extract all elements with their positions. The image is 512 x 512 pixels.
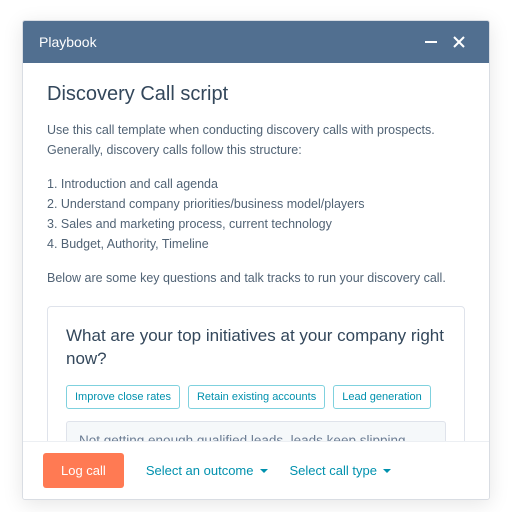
page-title: Discovery Call script <box>47 83 465 106</box>
select-outcome-label: Select an outcome <box>146 463 254 478</box>
playbook-panel: Playbook Discovery Call script Use this … <box>22 20 490 500</box>
below-note: Below are some key questions and talk tr… <box>47 268 465 288</box>
chevron-down-icon <box>260 469 268 473</box>
intro-text: Use this call template when conducting d… <box>47 120 465 160</box>
chevron-down-icon <box>383 469 391 473</box>
window-title: Playbook <box>39 34 417 50</box>
list-item: 2. Understand company priorities/busines… <box>47 194 465 214</box>
list-item: 4. Budget, Authority, Timeline <box>47 234 465 254</box>
log-call-button[interactable]: Log call <box>43 453 124 488</box>
select-outcome-dropdown[interactable]: Select an outcome <box>146 463 268 478</box>
chip-improve-close-rates[interactable]: Improve close rates <box>66 385 180 409</box>
steps-list: 1. Introduction and call agenda 2. Under… <box>47 174 465 254</box>
chip-row: Improve close rates Retain existing acco… <box>66 385 446 409</box>
list-item: 1. Introduction and call agenda <box>47 174 465 194</box>
titlebar: Playbook <box>23 21 489 63</box>
answer-textarea[interactable] <box>66 421 446 441</box>
chip-lead-generation[interactable]: Lead generation <box>333 385 431 409</box>
question-prompt: What are your top initiatives at your co… <box>66 325 446 371</box>
scroll-area[interactable]: Discovery Call script Use this call temp… <box>23 63 489 441</box>
list-item: 3. Sales and marketing process, current … <box>47 214 465 234</box>
panel-body: Discovery Call script Use this call temp… <box>23 63 489 441</box>
select-call-type-dropdown[interactable]: Select call type <box>290 463 391 478</box>
minimize-button[interactable] <box>417 28 445 56</box>
chip-retain-existing-accounts[interactable]: Retain existing accounts <box>188 385 325 409</box>
close-icon <box>452 35 466 49</box>
close-button[interactable] <box>445 28 473 56</box>
footer-bar: Log call Select an outcome Select call t… <box>23 441 489 499</box>
minimize-icon <box>424 35 438 49</box>
select-call-type-label: Select call type <box>290 463 377 478</box>
question-card: What are your top initiatives at your co… <box>47 306 465 441</box>
